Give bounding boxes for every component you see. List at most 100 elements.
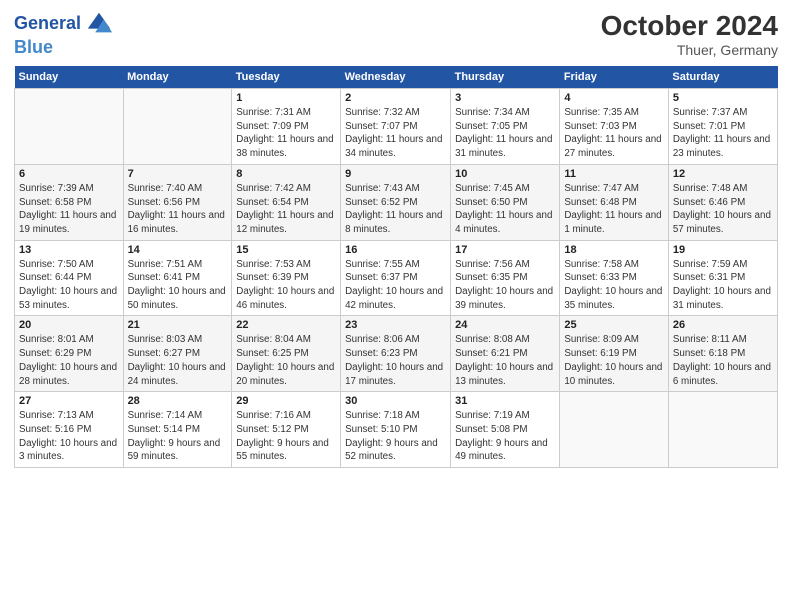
day-info: Sunrise: 7:51 AMSunset: 6:41 PMDaylight:… bbox=[128, 258, 228, 313]
day-number: 21 bbox=[128, 319, 228, 331]
day-info: Sunrise: 7:37 AMSunset: 7:01 PMDaylight:… bbox=[673, 106, 773, 161]
day-number: 26 bbox=[673, 319, 773, 331]
day-number: 29 bbox=[236, 395, 336, 407]
location: Thuer, Germany bbox=[601, 42, 778, 58]
day-number: 7 bbox=[128, 168, 228, 180]
day-cell bbox=[123, 89, 232, 165]
day-number: 6 bbox=[19, 168, 119, 180]
page-container: General Blue October 2024 Thuer, Germany… bbox=[0, 0, 792, 478]
day-number: 14 bbox=[128, 244, 228, 256]
day-number: 2 bbox=[345, 92, 446, 104]
day-number: 16 bbox=[345, 244, 446, 256]
day-number: 25 bbox=[564, 319, 664, 331]
day-cell: 30 Sunrise: 7:18 AMSunset: 5:10 PMDayligh… bbox=[341, 392, 451, 468]
day-info: Sunrise: 7:13 AMSunset: 5:16 PMDaylight:… bbox=[19, 409, 119, 464]
day-cell: 11 Sunrise: 7:47 AMSunset: 6:48 PMDayligh… bbox=[560, 164, 669, 240]
day-info: Sunrise: 7:18 AMSunset: 5:10 PMDaylight:… bbox=[345, 409, 446, 464]
day-info: Sunrise: 7:53 AMSunset: 6:39 PMDaylight:… bbox=[236, 258, 336, 313]
day-cell: 6 Sunrise: 7:39 AMSunset: 6:58 PMDaylight… bbox=[15, 164, 124, 240]
day-cell: 26 Sunrise: 8:11 AMSunset: 6:18 PMDayligh… bbox=[668, 316, 777, 392]
week-row-1: 1Sunrise: 7:31 AMSunset: 7:09 PMDaylight… bbox=[15, 89, 778, 165]
logo-text-general: General bbox=[14, 14, 81, 34]
header-friday: Friday bbox=[560, 66, 669, 89]
day-number: 12 bbox=[673, 168, 773, 180]
week-row-5: 27 Sunrise: 7:13 AMSunset: 5:16 PMDayligh… bbox=[15, 392, 778, 468]
day-cell: 23 Sunrise: 8:06 AMSunset: 6:23 PMDayligh… bbox=[341, 316, 451, 392]
day-cell: 10 Sunrise: 7:45 AMSunset: 6:50 PMDayligh… bbox=[451, 164, 560, 240]
calendar-table: Sunday Monday Tuesday Wednesday Thursday… bbox=[14, 66, 778, 468]
day-info: Sunrise: 7:56 AMSunset: 6:35 PMDaylight:… bbox=[455, 258, 555, 313]
day-number: 5 bbox=[673, 92, 773, 104]
header-wednesday: Wednesday bbox=[341, 66, 451, 89]
day-number: 8 bbox=[236, 168, 336, 180]
day-cell: 3Sunrise: 7:34 AMSunset: 7:05 PMDaylight… bbox=[451, 89, 560, 165]
day-info: Sunrise: 7:14 AMSunset: 5:14 PMDaylight:… bbox=[128, 409, 228, 464]
header-thursday: Thursday bbox=[451, 66, 560, 89]
day-info: Sunrise: 7:59 AMSunset: 6:31 PMDaylight:… bbox=[673, 258, 773, 313]
week-row-4: 20 Sunrise: 8:01 AMSunset: 6:29 PMDayligh… bbox=[15, 316, 778, 392]
header-sunday: Sunday bbox=[15, 66, 124, 89]
day-info: Sunrise: 7:58 AMSunset: 6:33 PMDaylight:… bbox=[564, 258, 664, 313]
day-info: Sunrise: 7:40 AMSunset: 6:56 PMDaylight:… bbox=[128, 182, 228, 237]
day-info: Sunrise: 7:31 AMSunset: 7:09 PMDaylight:… bbox=[236, 106, 336, 161]
day-info: Sunrise: 7:50 AMSunset: 6:44 PMDaylight:… bbox=[19, 258, 119, 313]
day-number: 17 bbox=[455, 244, 555, 256]
day-info: Sunrise: 7:45 AMSunset: 6:50 PMDaylight:… bbox=[455, 182, 555, 237]
days-header-row: Sunday Monday Tuesday Wednesday Thursday… bbox=[15, 66, 778, 89]
day-number: 15 bbox=[236, 244, 336, 256]
day-cell: 1Sunrise: 7:31 AMSunset: 7:09 PMDaylight… bbox=[232, 89, 341, 165]
day-info: Sunrise: 7:55 AMSunset: 6:37 PMDaylight:… bbox=[345, 258, 446, 313]
day-number: 9 bbox=[345, 168, 446, 180]
day-info: Sunrise: 8:08 AMSunset: 6:21 PMDaylight:… bbox=[455, 333, 555, 388]
day-info: Sunrise: 8:11 AMSunset: 6:18 PMDaylight:… bbox=[673, 333, 773, 388]
week-row-2: 6 Sunrise: 7:39 AMSunset: 6:58 PMDaylight… bbox=[15, 164, 778, 240]
day-info: Sunrise: 7:42 AMSunset: 6:54 PMDaylight:… bbox=[236, 182, 336, 237]
day-info: Sunrise: 8:03 AMSunset: 6:27 PMDaylight:… bbox=[128, 333, 228, 388]
day-number: 3 bbox=[455, 92, 555, 104]
day-cell: 2Sunrise: 7:32 AMSunset: 7:07 PMDaylight… bbox=[341, 89, 451, 165]
day-cell: 16 Sunrise: 7:55 AMSunset: 6:37 PMDayligh… bbox=[341, 240, 451, 316]
header: General Blue October 2024 Thuer, Germany bbox=[14, 10, 778, 58]
day-cell: 15 Sunrise: 7:53 AMSunset: 6:39 PMDayligh… bbox=[232, 240, 341, 316]
day-info: Sunrise: 8:06 AMSunset: 6:23 PMDaylight:… bbox=[345, 333, 446, 388]
day-number: 23 bbox=[345, 319, 446, 331]
day-info: Sunrise: 7:16 AMSunset: 5:12 PMDaylight:… bbox=[236, 409, 336, 464]
day-info: Sunrise: 7:48 AMSunset: 6:46 PMDaylight:… bbox=[673, 182, 773, 237]
header-monday: Monday bbox=[123, 66, 232, 89]
day-number: 30 bbox=[345, 395, 446, 407]
day-info: Sunrise: 7:39 AMSunset: 6:58 PMDaylight:… bbox=[19, 182, 119, 237]
day-cell: 25 Sunrise: 8:09 AMSunset: 6:19 PMDayligh… bbox=[560, 316, 669, 392]
day-number: 11 bbox=[564, 168, 664, 180]
day-cell bbox=[668, 392, 777, 468]
day-cell: 5 Sunrise: 7:37 AMSunset: 7:01 PMDaylight… bbox=[668, 89, 777, 165]
day-cell: 20 Sunrise: 8:01 AMSunset: 6:29 PMDayligh… bbox=[15, 316, 124, 392]
day-info: Sunrise: 8:01 AMSunset: 6:29 PMDaylight:… bbox=[19, 333, 119, 388]
day-number: 4 bbox=[564, 92, 664, 104]
logo-icon bbox=[85, 10, 113, 38]
day-cell: 19 Sunrise: 7:59 AMSunset: 6:31 PMDayligh… bbox=[668, 240, 777, 316]
day-cell: 14 Sunrise: 7:51 AMSunset: 6:41 PMDayligh… bbox=[123, 240, 232, 316]
day-info: Sunrise: 8:09 AMSunset: 6:19 PMDaylight:… bbox=[564, 333, 664, 388]
day-number: 18 bbox=[564, 244, 664, 256]
day-info: Sunrise: 7:47 AMSunset: 6:48 PMDaylight:… bbox=[564, 182, 664, 237]
week-row-3: 13 Sunrise: 7:50 AMSunset: 6:44 PMDayligh… bbox=[15, 240, 778, 316]
header-tuesday: Tuesday bbox=[232, 66, 341, 89]
month-title: October 2024 bbox=[601, 10, 778, 42]
day-cell: 13 Sunrise: 7:50 AMSunset: 6:44 PMDayligh… bbox=[15, 240, 124, 316]
day-cell: 21 Sunrise: 8:03 AMSunset: 6:27 PMDayligh… bbox=[123, 316, 232, 392]
day-info: Sunrise: 7:19 AMSunset: 5:08 PMDaylight:… bbox=[455, 409, 555, 464]
day-number: 27 bbox=[19, 395, 119, 407]
day-number: 10 bbox=[455, 168, 555, 180]
day-cell: 8 Sunrise: 7:42 AMSunset: 6:54 PMDaylight… bbox=[232, 164, 341, 240]
day-info: Sunrise: 7:43 AMSunset: 6:52 PMDaylight:… bbox=[345, 182, 446, 237]
day-number: 19 bbox=[673, 244, 773, 256]
day-number: 24 bbox=[455, 319, 555, 331]
day-cell: 28Sunrise: 7:14 AMSunset: 5:14 PMDayligh… bbox=[123, 392, 232, 468]
day-cell: 9 Sunrise: 7:43 AMSunset: 6:52 PMDaylight… bbox=[341, 164, 451, 240]
day-cell: 17 Sunrise: 7:56 AMSunset: 6:35 PMDayligh… bbox=[451, 240, 560, 316]
day-cell: 29 Sunrise: 7:16 AMSunset: 5:12 PMDayligh… bbox=[232, 392, 341, 468]
day-number: 13 bbox=[19, 244, 119, 256]
day-number: 20 bbox=[19, 319, 119, 331]
day-info: Sunrise: 8:04 AMSunset: 6:25 PMDaylight:… bbox=[236, 333, 336, 388]
day-cell: 18 Sunrise: 7:58 AMSunset: 6:33 PMDayligh… bbox=[560, 240, 669, 316]
